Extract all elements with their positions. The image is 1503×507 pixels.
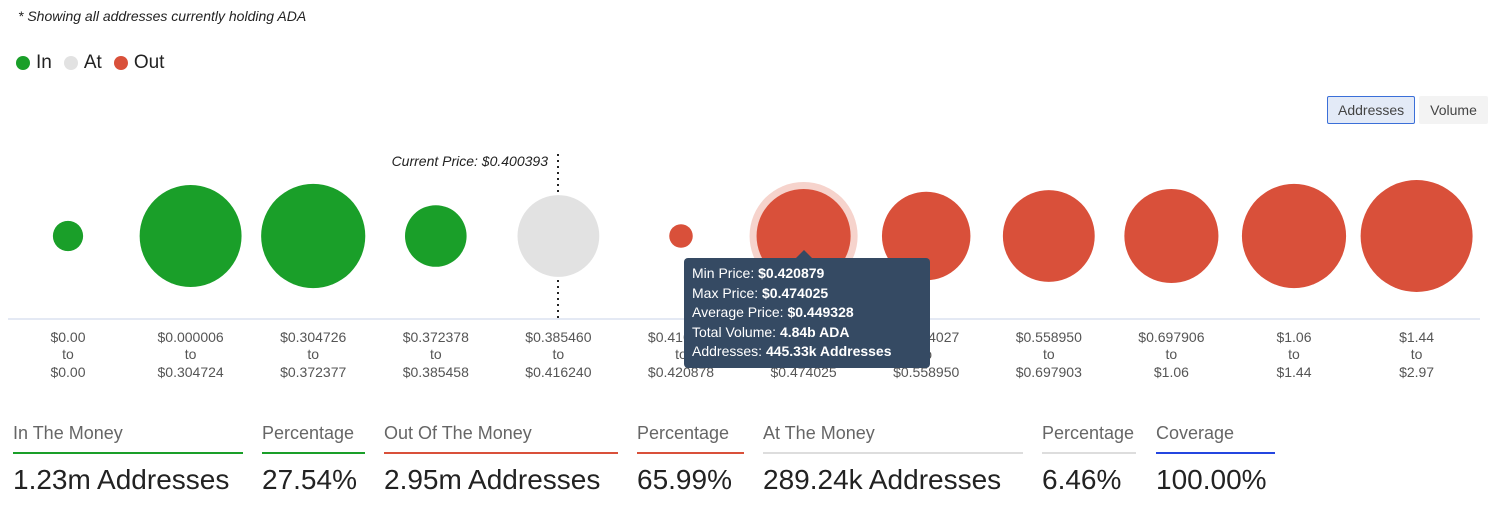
tick-label: to (1166, 346, 1178, 362)
tooltip-value: 445.33k Addresses (765, 343, 892, 359)
stat-value: 65.99% (637, 464, 732, 495)
stat-percentage: Percentage 27.54% (262, 423, 365, 496)
bubble-out[interactable] (669, 224, 693, 248)
out-dot-icon (113, 56, 128, 70)
tick-label: $2.97 (1399, 364, 1434, 380)
bubble-in[interactable] (405, 205, 467, 267)
tick-label: $0.697906 (1138, 329, 1204, 345)
stat-label: Percentage (637, 423, 744, 454)
tooltip-value: $0.474025 (762, 284, 829, 301)
stat-value: 6.46% (1042, 464, 1122, 495)
tooltip-row: Average Price: $0.449328 (692, 303, 922, 323)
stat-label: Percentage (1042, 423, 1136, 454)
stat-label: In The Money (13, 423, 243, 454)
tick-label: $0.372378 (403, 329, 469, 345)
tooltip-label: Average Price: (692, 304, 788, 320)
tick-label: to (430, 346, 442, 362)
stat-value: 2.95m Addresses (384, 464, 601, 495)
tick-label: to (185, 346, 197, 362)
tick-label: $1.44 (1399, 329, 1434, 345)
addresses-button[interactable]: Addresses (1327, 96, 1416, 124)
bubble-out[interactable] (1360, 180, 1473, 292)
stat-in-the-money: In The Money 1.23m Addresses (13, 423, 243, 496)
bubble-in[interactable] (261, 183, 366, 289)
tick-label: $0.000006 (158, 329, 224, 345)
legend-label: At (83, 52, 102, 73)
tick-label: to (62, 346, 74, 362)
tooltip-row: Max Price: $0.474025 (692, 284, 922, 304)
volume-button[interactable]: Volume (1419, 96, 1488, 124)
stat-value: 1.23m Addresses (13, 464, 230, 495)
tick-label: $1.06 (1276, 329, 1311, 345)
bubble-out[interactable] (1002, 190, 1095, 282)
tick-label: $0.00 (50, 329, 85, 345)
legend-in[interactable]: In (16, 52, 52, 74)
tooltip-value: $0.420879 (758, 265, 825, 281)
tooltip-label: Max Price: (692, 284, 763, 301)
stat-label: At The Money (763, 423, 1023, 454)
stat-out-of-the-money: Out Of The Money 2.95m Addresses (384, 423, 618, 496)
bubble-out[interactable] (1241, 183, 1347, 289)
tick-label: to (1043, 346, 1055, 362)
tick-label: to (1288, 346, 1300, 362)
tooltip-row: Total Volume: 4.84b ADA (692, 323, 922, 343)
legend-out[interactable]: Out (113, 52, 165, 74)
legend: In At Out (16, 52, 164, 74)
tick-label: $0.372377 (280, 364, 346, 380)
bubble-out[interactable] (1124, 188, 1219, 284)
legend-at[interactable]: At (63, 52, 102, 74)
stat-coverage: Coverage 100.00% (1156, 423, 1275, 496)
current-price-label: Current Price: $0.400393 (392, 153, 549, 169)
tick-label: to (307, 346, 319, 362)
tick-label: $1.06 (1154, 364, 1189, 380)
tick-label: $1.44 (1276, 364, 1311, 380)
bubble-in[interactable] (52, 220, 84, 252)
legend-label: In (36, 52, 52, 73)
bubble-tooltip: Min Price: $0.420879 Max Price: $0.474025… (684, 250, 930, 368)
stat-label: Coverage (1156, 423, 1275, 454)
stat-percentage: Percentage 65.99% (637, 423, 744, 496)
tooltip-value: $0.449328 (787, 304, 854, 320)
legend-label: Out (133, 52, 165, 73)
metric-toggle: Addresses Volume (1327, 96, 1488, 124)
tooltip-row: Addresses: 445.33k Addresses (692, 342, 922, 362)
tick-label: $0.304724 (158, 364, 224, 380)
tick-label: $0.416240 (525, 364, 591, 380)
tick-label: $0.00 (50, 364, 85, 380)
stat-label: Percentage (262, 423, 365, 454)
stat-percentage: Percentage 6.46% (1042, 423, 1136, 496)
tick-label: $0.558950 (1016, 329, 1082, 345)
tick-label: $0.697903 (1016, 364, 1082, 380)
bubble-in[interactable] (139, 185, 242, 287)
tooltip-row: Min Price: $0.420879 (692, 264, 922, 284)
tick-label: $0.385458 (403, 364, 469, 380)
stat-at-the-money: At The Money 289.24k Addresses (763, 423, 1023, 496)
in-dot-icon (16, 56, 30, 70)
stat-value: 289.24k Addresses (763, 464, 1002, 495)
bubble-at[interactable] (517, 195, 600, 277)
stat-value: 27.54% (262, 464, 357, 495)
holding-note: * Showing all addresses currently holdin… (18, 8, 307, 24)
tooltip-label: Total Volume: (692, 323, 780, 340)
stat-value: 100.00% (1156, 464, 1267, 495)
tooltip-label: Min Price: (692, 265, 759, 281)
tooltip-value: 4.84b ADA (779, 323, 850, 340)
tick-label: $0.385460 (525, 329, 591, 345)
tick-label: to (553, 346, 565, 362)
tick-label: to (1411, 346, 1423, 362)
tick-label: $0.304726 (280, 329, 346, 345)
tooltip-label: Addresses: (692, 343, 766, 359)
at-dot-icon (63, 56, 78, 70)
stat-label: Out Of The Money (384, 423, 618, 454)
